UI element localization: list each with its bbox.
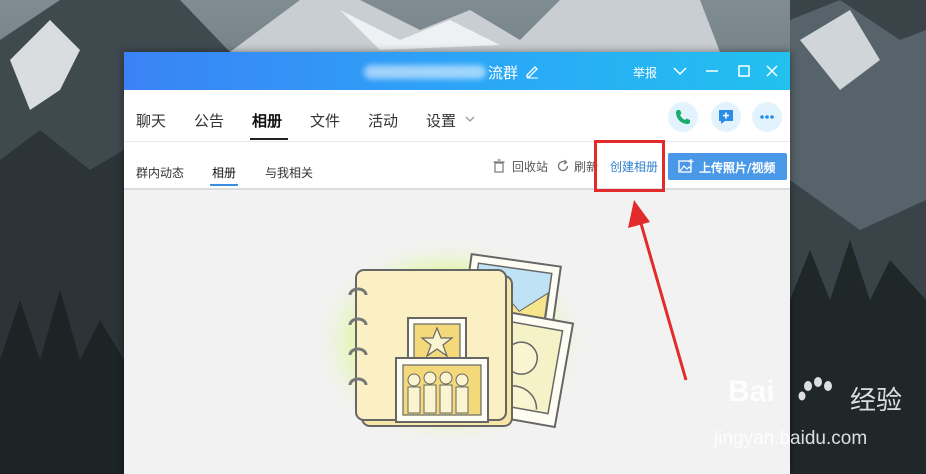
recycle-bin-button[interactable]: 回收站 xyxy=(492,158,552,174)
edit-icon[interactable] xyxy=(524,63,540,79)
watermark-brand: Bai xyxy=(728,375,775,408)
trash-icon xyxy=(493,159,505,173)
menu-chevron-icon[interactable] xyxy=(670,61,690,81)
window-title: 流群 xyxy=(488,64,519,82)
blurred-group-name xyxy=(364,65,486,79)
maximize-icon[interactable] xyxy=(734,61,754,81)
title-bar: 流群 举报 xyxy=(124,52,790,90)
active-subtab-underline xyxy=(210,184,238,186)
active-tab-underline xyxy=(250,138,288,140)
create-album-highlight-box xyxy=(594,140,665,192)
album-sub-tab-bar: 群内动态 相册 与我相关 回收站 刷新 创建相册 上传照片/视频 xyxy=(124,142,790,190)
more-icon xyxy=(760,115,774,119)
minimize-icon[interactable] xyxy=(702,61,722,81)
phone-icon xyxy=(676,110,690,124)
subtab-group-feed[interactable]: 群内动态 xyxy=(136,164,184,181)
voice-call-button[interactable] xyxy=(668,102,698,132)
subtab-album[interactable]: 相册 xyxy=(212,164,236,181)
report-button[interactable]: 举报 xyxy=(633,64,657,81)
empty-album-illustration xyxy=(310,237,590,447)
tab-settings[interactable]: 设置 xyxy=(426,110,456,131)
main-tab-bar: 聊天 公告 相册 文件 活动 设置 xyxy=(124,90,790,142)
image-upload-icon xyxy=(678,159,694,173)
tab-album[interactable]: 相册 xyxy=(252,110,282,131)
message-icon xyxy=(719,110,733,124)
more-options-button[interactable] xyxy=(752,102,782,132)
tab-chat[interactable]: 聊天 xyxy=(136,110,166,131)
upload-photos-videos-button[interactable]: 上传照片/视频 xyxy=(668,153,787,180)
watermark-url: jingyan.baidu.com xyxy=(714,428,868,449)
refresh-icon xyxy=(557,159,569,172)
subtab-related-to-me[interactable]: 与我相关 xyxy=(265,164,313,181)
tab-files[interactable]: 文件 xyxy=(310,110,340,131)
close-icon[interactable] xyxy=(762,61,782,81)
send-message-button[interactable] xyxy=(711,102,741,132)
chevron-down-icon[interactable] xyxy=(464,113,476,125)
watermark-brand-suffix: 经验 xyxy=(850,386,903,416)
tab-activities[interactable]: 活动 xyxy=(368,110,398,131)
tab-announcement[interactable]: 公告 xyxy=(194,110,224,131)
annotation-arrow xyxy=(628,200,688,381)
upload-label: 上传照片/视频 xyxy=(699,161,776,175)
recycle-bin-label: 回收站 xyxy=(512,160,549,174)
